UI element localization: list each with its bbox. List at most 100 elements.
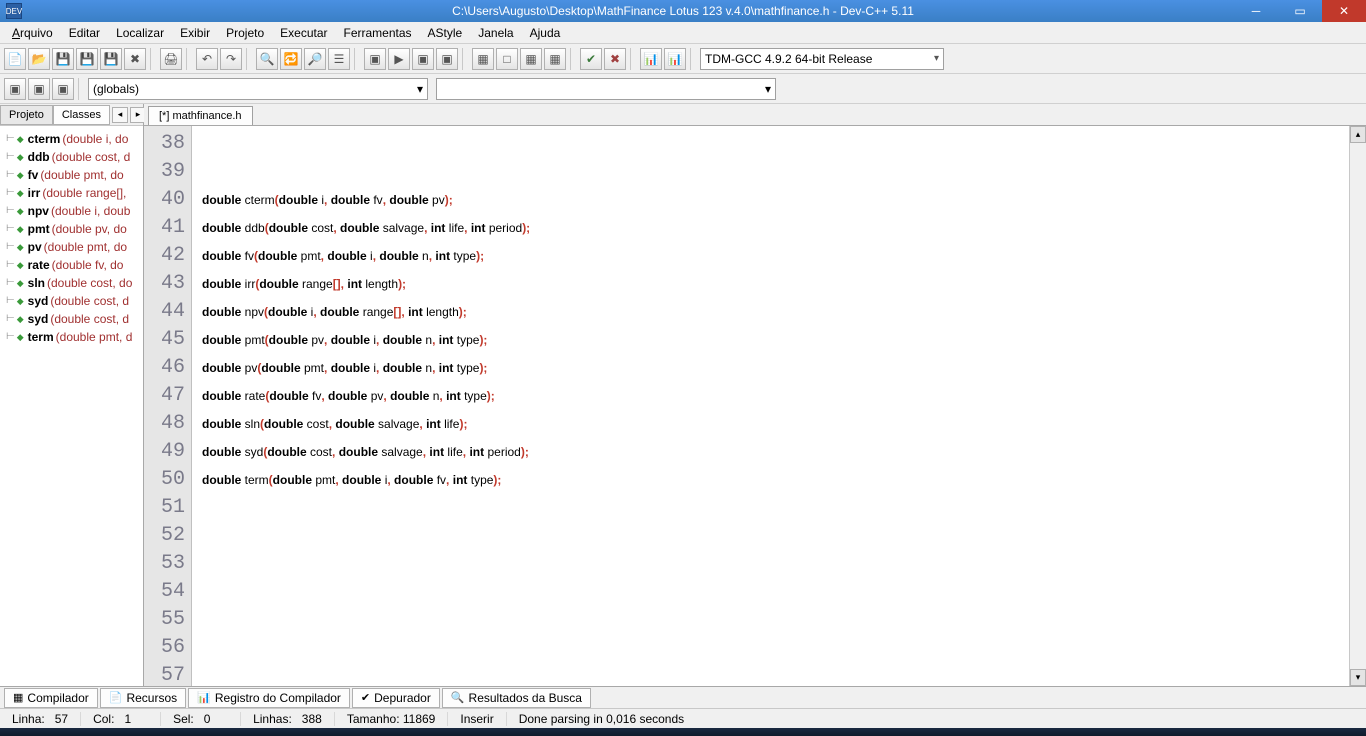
class-item-fv[interactable]: ⊢◆fv(double pmt, do (2, 166, 141, 184)
undo-icon[interactable]: ↶ (196, 48, 218, 70)
scroll-down-icon[interactable]: ▾ (1350, 669, 1366, 686)
tab-compilador[interactable]: ▦Compilador (4, 688, 98, 708)
class-item-ddb[interactable]: ⊢◆ddb(double cost, d (2, 148, 141, 166)
grid-icon[interactable]: ▦ (544, 48, 566, 70)
code-line-39[interactable] (202, 158, 1349, 186)
code-line-55[interactable] (202, 606, 1349, 634)
chart2-icon[interactable]: 📊 (664, 48, 686, 70)
tab-prev-icon[interactable]: ◂ (112, 107, 128, 123)
menu-executar[interactable]: Executar (272, 24, 335, 42)
menu-projeto[interactable]: Projeto (218, 24, 272, 42)
minimize-button[interactable]: ─ (1234, 0, 1278, 22)
code-line-50[interactable]: double term(double pmt, double i, double… (202, 466, 1349, 494)
close-button[interactable]: ✕ (1322, 0, 1366, 22)
save-icon[interactable]: 💾 (52, 48, 74, 70)
menu-janela[interactable]: Janela (470, 24, 521, 42)
save-as-icon[interactable]: 💾 (100, 48, 122, 70)
menu-exibir[interactable]: Exibir (172, 24, 218, 42)
status-mode: Inserir (448, 712, 506, 726)
stop-icon[interactable]: □ (496, 48, 518, 70)
class-item-irr[interactable]: ⊢◆irr(double range[], (2, 184, 141, 202)
class-item-term[interactable]: ⊢◆term(double pmt, d (2, 328, 141, 346)
code-content[interactable]: double cterm(double i, double fv, double… (192, 126, 1349, 686)
scope-select[interactable]: ▾ (436, 78, 776, 100)
code-area[interactable]: 3839404142434445464748495051525354555657… (144, 126, 1366, 686)
class-item-pv[interactable]: ⊢◆pv(double pmt, do (2, 238, 141, 256)
class-item-pmt[interactable]: ⊢◆pmt(double pv, do (2, 220, 141, 238)
code-line-42[interactable]: double fv(double pmt, double i, double n… (202, 242, 1349, 270)
class-item-rate[interactable]: ⊢◆rate(double fv, do (2, 256, 141, 274)
tab-depurador[interactable]: ✔Depurador (352, 688, 440, 708)
tree-branch-icon: ⊢ (6, 148, 15, 166)
code-line-51[interactable] (202, 494, 1349, 522)
function-icon: ◆ (17, 202, 24, 220)
code-line-57[interactable] (202, 662, 1349, 686)
tab-registro[interactable]: 📊Registro do Compilador (188, 688, 350, 708)
find-icon[interactable]: 🔍 (256, 48, 278, 70)
code-line-41[interactable]: double ddb(double cost, double salvage, … (202, 214, 1349, 242)
line-number: 48 (144, 410, 185, 438)
menu-arquivo[interactable]: Arquivo (4, 24, 61, 42)
resources-icon: 📄 (109, 691, 123, 704)
scroll-up-icon[interactable]: ▴ (1350, 126, 1366, 143)
open-icon[interactable]: 📂 (28, 48, 50, 70)
new-project-icon[interactable]: ▣ (4, 78, 26, 100)
class-item-cterm[interactable]: ⊢◆cterm(double i, do (2, 130, 141, 148)
compile-icon[interactable]: ▣ (364, 48, 386, 70)
replace-icon[interactable]: 🔁 (280, 48, 302, 70)
menu-localizar[interactable]: Localizar (108, 24, 172, 42)
code-line-48[interactable]: double sln(double cost, double salvage, … (202, 410, 1349, 438)
code-line-52[interactable] (202, 522, 1349, 550)
menu-astyle[interactable]: AStyle (420, 24, 471, 42)
code-line-47[interactable]: double rate(double fv, double pv, double… (202, 382, 1349, 410)
chart-icon[interactable]: 📊 (640, 48, 662, 70)
file-tab-mathfinance[interactable]: [*] mathfinance.h (148, 106, 253, 125)
menu-ajuda[interactable]: Ajuda (522, 24, 569, 42)
code-line-40[interactable]: double cterm(double i, double fv, double… (202, 186, 1349, 214)
code-line-38[interactable] (202, 130, 1349, 158)
separator-icon (690, 48, 696, 70)
check-icon[interactable]: ✔ (580, 48, 602, 70)
code-line-43[interactable]: double irr(double range[], int length); (202, 270, 1349, 298)
code-line-53[interactable] (202, 550, 1349, 578)
code-line-49[interactable]: double syd(double cost, double salvage, … (202, 438, 1349, 466)
tab-classes[interactable]: Classes (53, 105, 110, 125)
rebuild-icon[interactable]: ▣ (436, 48, 458, 70)
vertical-scrollbar[interactable]: ▴ ▾ (1349, 126, 1366, 686)
code-line-56[interactable] (202, 634, 1349, 662)
class-item-npv[interactable]: ⊢◆npv(double i, doub (2, 202, 141, 220)
debug-icon[interactable]: ▦ (472, 48, 494, 70)
find-in-files-icon[interactable]: 🔎 (304, 48, 326, 70)
print-icon[interactable]: 🖨 (160, 48, 182, 70)
tab-recursos[interactable]: 📄Recursos (100, 688, 186, 708)
menu-ferramentas[interactable]: Ferramentas (336, 24, 420, 42)
class-item-syd[interactable]: ⊢◆syd(double cost, d (2, 292, 141, 310)
separator-icon (630, 48, 636, 70)
insert-icon[interactable]: ▣ (28, 78, 50, 100)
globals-select[interactable]: (globals) ▾ (88, 78, 428, 100)
run-icon[interactable]: ▶ (388, 48, 410, 70)
code-line-45[interactable]: double pmt(double pv, double i, double n… (202, 326, 1349, 354)
menu-editar[interactable]: Editar (61, 24, 108, 42)
tree-branch-icon: ⊢ (6, 328, 15, 346)
redo-icon[interactable]: ↷ (220, 48, 242, 70)
bookmark-icon[interactable]: ▣ (52, 78, 74, 100)
code-line-44[interactable]: double npv(double i, double range[], int… (202, 298, 1349, 326)
tab-projeto[interactable]: Projeto (0, 105, 53, 125)
maximize-button[interactable]: ▭ (1278, 0, 1322, 22)
code-line-46[interactable]: double pv(double pmt, double i, double n… (202, 354, 1349, 382)
save-all-icon[interactable]: 💾 (76, 48, 98, 70)
close-file-icon[interactable]: ✖ (124, 48, 146, 70)
class-item-sln[interactable]: ⊢◆sln(double cost, do (2, 274, 141, 292)
goto-line-icon[interactable]: ☰ (328, 48, 350, 70)
cancel-icon[interactable]: ✖ (604, 48, 626, 70)
compiler-select[interactable]: TDM-GCC 4.9.2 64-bit Release ▾ (700, 48, 944, 70)
profile-icon[interactable]: ▦ (520, 48, 542, 70)
class-tree[interactable]: ⊢◆cterm(double i, do⊢◆ddb(double cost, d… (0, 126, 143, 686)
class-item-syd[interactable]: ⊢◆syd(double cost, d (2, 310, 141, 328)
code-line-54[interactable] (202, 578, 1349, 606)
tab-resultados[interactable]: 🔍Resultados da Busca (442, 688, 591, 708)
compile-run-icon[interactable]: ▣ (412, 48, 434, 70)
chevron-down-icon: ▾ (934, 53, 939, 64)
new-file-icon[interactable]: 📄 (4, 48, 26, 70)
